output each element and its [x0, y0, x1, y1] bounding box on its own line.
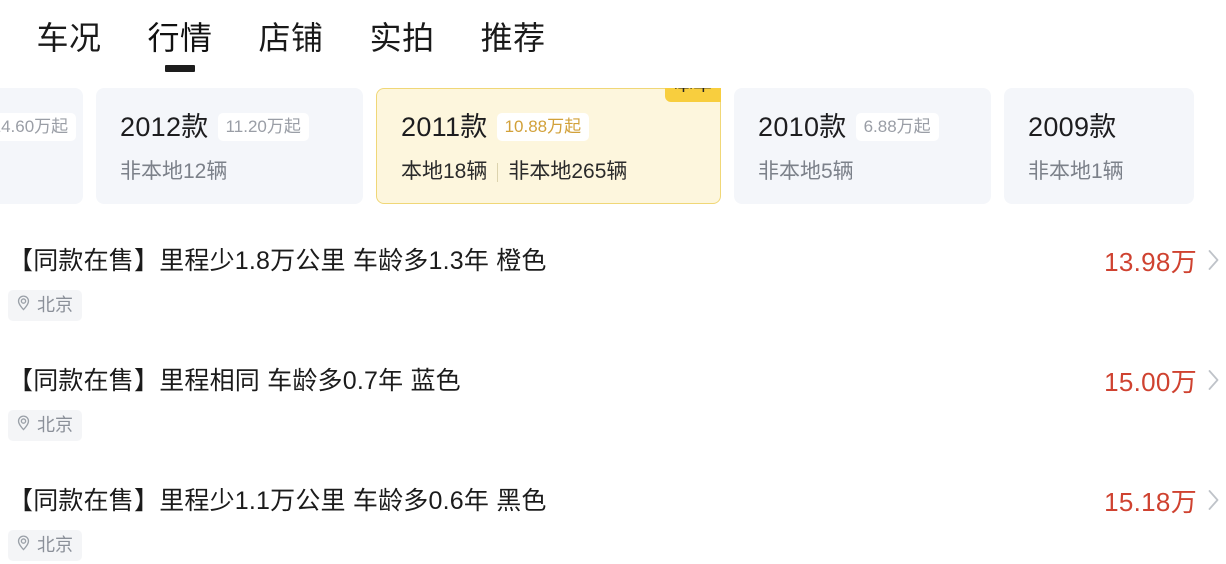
listing-city-tag: 北京 — [8, 410, 82, 441]
nonlocal-count-label: 非本地5辆 — [758, 160, 854, 183]
card-year-label: 2009款 — [1028, 112, 1117, 142]
nonlocal-count-label: 非本地12辆 — [120, 160, 228, 183]
nav-tab-2[interactable]: 行情 — [148, 16, 213, 60]
listing-title: 【同款在售】里程相同 车龄多0.7年 蓝色 — [8, 367, 461, 395]
nav-tab-5[interactable]: 推荐 — [481, 16, 546, 60]
same-model-listings: 【同款在售】里程少1.8万公里 车龄多1.3年 橙色 北京 13.98万 【同款在售】… — [0, 228, 1226, 564]
card-start-price-pill: 11.20万起 — [217, 113, 309, 141]
card-start-price-pill: 6.88万起 — [855, 113, 939, 141]
card-header: 3款14.60万起 — [0, 110, 77, 144]
nonlocal-count-label: 非本地1辆 — [1028, 160, 1124, 183]
card-header: 2010款 6.88万起 — [758, 110, 967, 144]
location-pin-icon — [15, 533, 32, 557]
card-inventory-counts: 本地18辆 非本地265辆 — [401, 158, 696, 186]
card-header: 2012款 11.20万起 — [120, 110, 339, 144]
nav-tab-4[interactable]: 实拍 — [370, 16, 435, 60]
listing-city-tag: 北京 — [8, 530, 82, 561]
listing-city-label: 北京 — [37, 415, 73, 435]
card-start-price-pill: 14.60万起 — [0, 113, 77, 141]
chevron-right-icon[interactable] — [1207, 489, 1220, 516]
card-year-label: 2011款 — [401, 112, 488, 142]
listing-city-label: 北京 — [37, 535, 73, 555]
listing-city-label: 北京 — [37, 295, 73, 315]
model-year-card-0[interactable]: 3款14.60万起地23辆 — [0, 88, 83, 204]
count-divider — [497, 162, 499, 182]
model-year-card-3[interactable]: 2010款 6.88万起 非本地5辆 — [734, 88, 991, 204]
listing-price: 15.18万 — [1104, 487, 1197, 517]
listing-row[interactable]: 【同款在售】里程相同 车龄多0.7年 蓝色北京 15.00万 — [0, 348, 1226, 468]
listing-price-group[interactable]: 15.18万 — [1104, 486, 1220, 518]
model-year-card-4[interactable]: 2009款非本地1辆 — [1004, 88, 1194, 204]
card-inventory-counts: 非本地5辆 — [758, 158, 967, 186]
listing-title: 【同款在售】里程少1.8万公里 车龄多1.3年 橙色 — [8, 247, 547, 275]
app-root: 案车况行情店铺实拍推荐 3款14.60万起地23辆2012款11.20万起非本地… — [0, 0, 1226, 564]
location-pin-icon — [15, 413, 32, 437]
card-header: 2009款 — [1028, 110, 1170, 144]
model-year-card-1[interactable]: 2012款 11.20万起非本地12辆 — [96, 88, 363, 204]
model-year-card-2[interactable]: 本车2011款10.88万起本地18辆非本地265辆 — [376, 88, 721, 204]
card-inventory-counts: 非本地1辆 — [1028, 158, 1170, 186]
nav-tab-3[interactable]: 店铺 — [259, 16, 324, 60]
listing-row[interactable]: 【同款在售】里程少1.1万公里 车龄多0.6年 黑色北京 15.18万 — [0, 468, 1226, 564]
listing-row[interactable]: 【同款在售】里程少1.8万公里 车龄多1.3年 橙色北京 13.98万 — [0, 228, 1226, 348]
chevron-right-icon[interactable] — [1207, 249, 1220, 276]
nav-tab-1[interactable]: 车况 — [37, 16, 102, 60]
listing-price: 13.98万 — [1104, 247, 1197, 277]
nonlocal-count-label: 非本地265辆 — [508, 160, 628, 183]
listing-price: 15.00万 — [1104, 367, 1197, 397]
card-start-price-pill: 10.88万起 — [496, 113, 590, 141]
card-year-label: 2010款 — [758, 112, 847, 142]
listing-price-group[interactable]: 13.98万 — [1104, 246, 1220, 278]
top-nav-tabs: 案车况行情店铺实拍推荐 — [0, 0, 1226, 76]
card-year-label: 2012款 — [120, 112, 209, 142]
own-car-badge: 本车 — [664, 88, 721, 102]
listing-price-group[interactable]: 15.00万 — [1104, 366, 1220, 398]
listing-city-tag: 北京 — [8, 290, 82, 321]
card-header: 2011款 10.88万起 — [401, 110, 696, 144]
chevron-right-icon[interactable] — [1207, 369, 1220, 396]
location-pin-icon — [15, 293, 32, 317]
local-count-label: 本地18辆 — [401, 160, 488, 183]
model-year-card-strip[interactable]: 3款14.60万起地23辆 2012款 11.20万起非本地12辆 本车 2011款 10… — [0, 88, 1226, 204]
card-inventory-counts: 地23辆 — [0, 158, 59, 186]
listing-title: 【同款在售】里程少1.1万公里 车龄多0.6年 黑色 — [8, 487, 547, 515]
card-inventory-counts: 非本地12辆 — [120, 158, 339, 186]
